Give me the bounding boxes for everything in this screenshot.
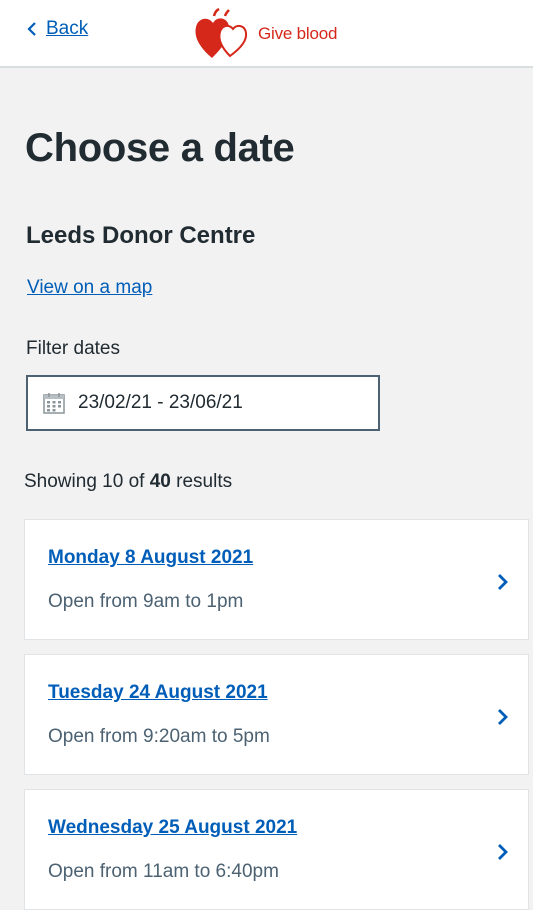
session-card[interactable]: Wednesday 25 August 2021 Open from 11am … (24, 789, 529, 910)
results-shown: 10 (102, 471, 124, 492)
page-title: Choose a date (25, 126, 295, 170)
session-card[interactable]: Monday 8 August 2021 Open from 9am to 1p… (24, 519, 529, 640)
chevron-left-icon (27, 22, 36, 36)
centre-name: Leeds Donor Centre (26, 222, 256, 249)
results-total: 40 (149, 471, 171, 492)
chevron-right-icon (498, 709, 508, 725)
calendar-icon (43, 393, 65, 414)
results-of: of (128, 471, 145, 492)
session-date-link[interactable]: Wednesday 25 August 2021 (48, 817, 297, 839)
session-date-link[interactable]: Monday 8 August 2021 (48, 547, 253, 569)
view-on-map-link[interactable]: View on a map (27, 277, 152, 299)
logo-text: Give blood (258, 24, 338, 43)
session-date-link[interactable]: Tuesday 24 August 2021 (48, 682, 268, 704)
results-suffix: results (176, 471, 233, 492)
top-header: Back Give blood (0, 0, 533, 68)
session-hours: Open from 11am to 6:40pm (48, 861, 279, 882)
date-range-input[interactable]: 23/02/21 - 23/06/21 (26, 375, 380, 431)
session-hours: Open from 9am to 1pm (48, 591, 244, 612)
session-hours: Open from 9:20am to 5pm (48, 726, 270, 747)
give-blood-logo[interactable]: Give blood (192, 8, 337, 60)
back-label: Back (46, 18, 89, 39)
hearts-logo (195, 8, 248, 58)
filter-dates-label: Filter dates (26, 338, 120, 359)
chevron-right-icon (498, 844, 508, 860)
back-link[interactable]: Back (24, 18, 88, 40)
date-range-value: 23/02/21 - 23/06/21 (78, 392, 243, 413)
results-prefix: Showing (24, 471, 97, 492)
session-card[interactable]: Tuesday 24 August 2021 Open from 9:20am … (24, 654, 529, 775)
chevron-right-icon (498, 574, 508, 590)
results-count: Showing 10 of 40 results (24, 471, 232, 493)
